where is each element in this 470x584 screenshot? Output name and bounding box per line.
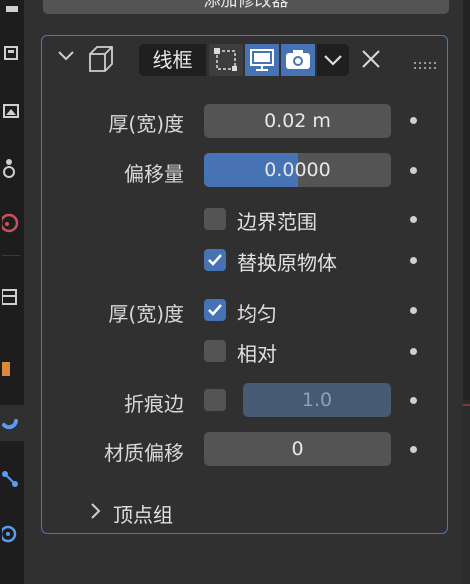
tab-physics[interactable] (0, 516, 24, 550)
add-modifier-button[interactable]: 添加修改器 (43, 0, 449, 14)
tab-particles[interactable] (0, 462, 24, 496)
scene-icon (2, 213, 19, 233)
collapse-chevron-icon[interactable] (57, 48, 75, 67)
monitor-icon (250, 49, 274, 71)
camera-icon (286, 50, 310, 69)
crease-edges-checkbox[interactable] (204, 389, 226, 411)
output-icon (3, 104, 19, 118)
tab-view-layer[interactable] (0, 150, 24, 184)
tab-output[interactable] (0, 96, 24, 130)
physics-icon (2, 525, 17, 543)
crease-weight-field[interactable]: 1.0 (243, 383, 391, 417)
properties-tab-strip (0, 0, 24, 584)
keyframe-dot-icon[interactable] (410, 446, 417, 453)
object-icon (2, 362, 10, 376)
material-offset-label: 材质偏移 (104, 441, 184, 465)
tab-render[interactable] (0, 38, 24, 72)
world-icon (2, 289, 17, 305)
render-icon (4, 46, 18, 60)
modifier-name-field[interactable]: 线框 (139, 44, 206, 76)
tab-object[interactable] (0, 350, 24, 384)
boundary-label: 边界范围 (237, 210, 317, 234)
particles-icon (2, 471, 18, 487)
vertex-group-subpanel-label[interactable]: 顶点组 (113, 499, 173, 528)
drag-handle-icon[interactable] (414, 55, 436, 74)
edit-mode-icon (214, 48, 237, 71)
render-toggle[interactable] (281, 44, 315, 76)
replace-original-checkbox[interactable] (204, 249, 226, 271)
keyframe-dot-icon[interactable] (410, 397, 417, 404)
tab-tool[interactable] (0, 0, 24, 34)
keyframe-dot-icon[interactable] (410, 348, 417, 355)
keyframe-dot-icon[interactable] (410, 257, 417, 264)
material-offset-field[interactable]: 0 (204, 432, 391, 466)
viewport-edge (463, 400, 470, 584)
crease-edges-label: 折痕边 (124, 392, 184, 416)
keyframe-dot-icon[interactable] (410, 216, 417, 223)
keyframe-dot-icon[interactable] (410, 167, 417, 174)
tab-scene[interactable] (0, 205, 24, 239)
viewport-display-toggle[interactable] (245, 44, 279, 76)
replace-original-label: 替换原物体 (237, 251, 337, 275)
offset-value: 0.0000 (264, 159, 331, 181)
checkmark-icon (208, 304, 222, 316)
offset-label: 偏移量 (124, 162, 184, 186)
view-layer-icon (3, 159, 15, 178)
close-icon[interactable] (360, 48, 382, 74)
keyframe-dot-icon[interactable] (410, 117, 417, 124)
modifier-menu-dropdown[interactable] (317, 44, 349, 76)
wireframe-modifier-icon (87, 44, 115, 78)
tab-separator (2, 255, 20, 256)
boundary-checkbox[interactable] (204, 208, 226, 230)
relative-thickness-label: 相对 (237, 342, 277, 366)
vertex-group-expand-icon[interactable] (88, 502, 102, 524)
tab-modifiers[interactable] (0, 405, 24, 441)
offset-slider[interactable]: 0.0000 (204, 153, 391, 187)
thickness-label: 厚(宽)度 (108, 112, 184, 136)
even-thickness-label: 均匀 (237, 302, 277, 326)
checkmark-icon (208, 254, 222, 266)
chevron-down-icon (324, 55, 342, 66)
thickness-field[interactable]: 0.02 m (204, 104, 391, 138)
tab-world[interactable] (0, 280, 24, 314)
viewport-edge-marker (463, 404, 470, 406)
keyframe-dot-icon[interactable] (410, 307, 417, 314)
tool-icon (6, 6, 18, 12)
wrench-icon (2, 419, 18, 430)
thickness-mode-label: 厚(宽)度 (108, 302, 184, 326)
relative-thickness-checkbox[interactable] (204, 340, 226, 362)
edit-mode-toggle[interactable] (209, 44, 243, 76)
even-thickness-checkbox[interactable] (204, 299, 226, 321)
